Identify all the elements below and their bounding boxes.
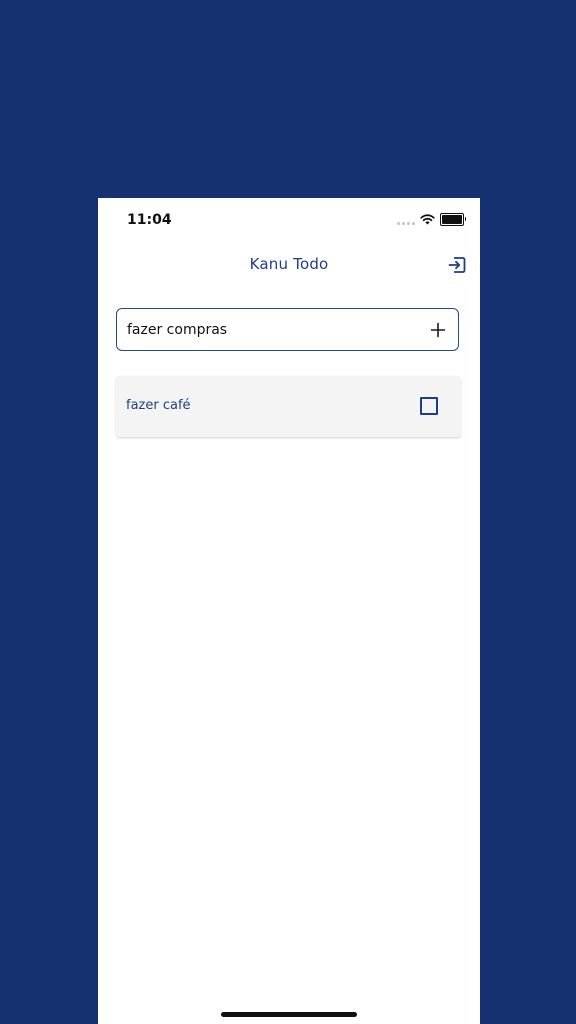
app-screen: 11:04 Kanu Todo fazer compras fazer café xyxy=(98,198,480,1024)
new-todo-input[interactable] xyxy=(127,309,417,350)
todo-checkbox[interactable] xyxy=(420,397,438,415)
todo-item: fazer café xyxy=(116,376,461,437)
battery-icon xyxy=(440,213,466,226)
status-icons xyxy=(397,213,466,226)
logout-icon xyxy=(448,257,466,273)
status-time: 11:04 xyxy=(127,212,172,228)
todo-item-text: fazer café xyxy=(126,398,191,413)
new-todo-field xyxy=(116,308,459,351)
plus-icon xyxy=(430,322,446,338)
status-bar: 11:04 xyxy=(98,198,480,242)
wifi-icon xyxy=(420,214,435,225)
signal-icon xyxy=(397,215,415,225)
home-indicator[interactable] xyxy=(221,1012,357,1017)
page-title: Kanu Todo xyxy=(249,255,329,273)
logout-button[interactable] xyxy=(447,255,467,275)
add-todo-button[interactable] xyxy=(428,320,448,340)
